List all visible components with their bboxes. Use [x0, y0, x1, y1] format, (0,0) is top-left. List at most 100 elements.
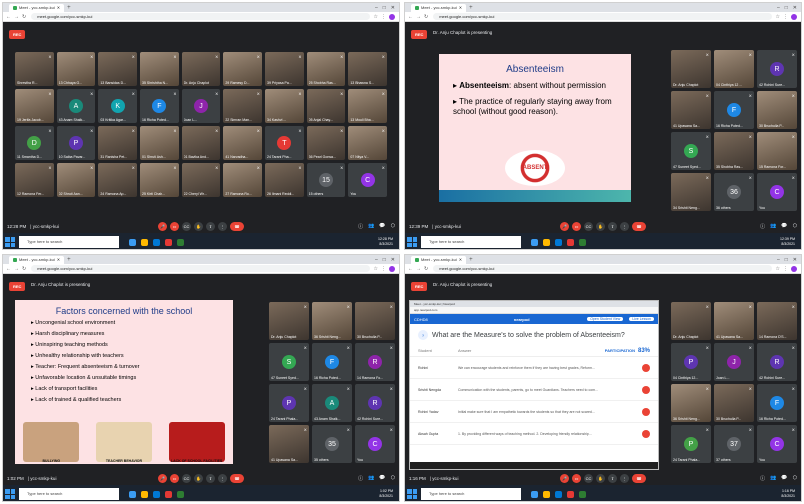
participant-tile[interactable]: ⨯ 22 Cheryl Wr...: [181, 163, 221, 197]
participant-tile[interactable]: ⨯ 13 Chhaya G...: [56, 52, 96, 86]
close-tab-icon[interactable]: ✕: [57, 256, 60, 264]
window-close-icon[interactable]: ✕: [391, 257, 395, 263]
participant-tile[interactable]: ⨯ 13 Bhawna S...: [348, 52, 387, 86]
info-icon[interactable]: ⓘ: [358, 475, 363, 482]
participant-tile[interactable]: 36 ⨯ 36 others: [714, 173, 754, 211]
browser-tab[interactable]: Meet - ycc-smkp-kui ✕: [411, 255, 467, 264]
more-options-button[interactable]: ⋮: [620, 221, 629, 231]
participant-tile[interactable]: A ⨯ 43 Anam Shaik...: [312, 384, 352, 422]
people-icon[interactable]: 👥: [368, 475, 374, 482]
flag-icon[interactable]: [642, 385, 650, 394]
raise-hand-button[interactable]: ✋: [194, 221, 203, 231]
task-view-icon[interactable]: [129, 238, 136, 246]
taskbar-search-input[interactable]: Type here to search: [421, 488, 521, 500]
back-icon[interactable]: ←: [408, 14, 413, 20]
participant-tile[interactable]: ⨯ 41 Upasana Sa...: [714, 302, 754, 340]
participant-tile[interactable]: ⨯ 29 Ramesy D...: [223, 52, 262, 86]
participant-tile[interactable]: 15 ⨯ 15 others: [306, 163, 346, 197]
extensions-icon[interactable]: ⋮: [381, 266, 386, 272]
maximize-icon[interactable]: □: [383, 5, 386, 11]
app-icon[interactable]: [177, 490, 184, 498]
back-icon[interactable]: ←: [6, 14, 11, 20]
people-icon[interactable]: 👥: [770, 475, 776, 482]
mic-off-button[interactable]: 🎤: [560, 473, 569, 483]
task-view-icon[interactable]: [531, 238, 538, 246]
window-close-icon[interactable]: ✕: [793, 257, 797, 263]
participant-tile[interactable]: F ⨯ 16 Richa Poted...: [312, 343, 352, 381]
participant-tile[interactable]: ⨯ 25 Shobha Ras...: [306, 52, 346, 86]
participant-tile[interactable]: C ⨯ You: [757, 425, 797, 463]
participant-tile[interactable]: ⨯ 36 Pearl Gonsa...: [306, 126, 346, 160]
participant-tile[interactable]: ⨯ 19 Jerifa Jacob...: [15, 89, 54, 123]
info-icon[interactable]: ⓘ: [760, 223, 765, 230]
close-tab-icon[interactable]: ✕: [57, 4, 60, 12]
file-explorer-icon[interactable]: [543, 490, 550, 498]
maximize-icon[interactable]: □: [785, 5, 788, 11]
edge-icon[interactable]: [555, 490, 562, 498]
captions-button[interactable]: CC: [584, 221, 593, 231]
chat-icon[interactable]: 💬: [379, 223, 385, 230]
student-view-button[interactable]: Open Student View: [587, 317, 624, 321]
leave-call-button[interactable]: ☎: [230, 221, 244, 231]
participant-tile[interactable]: ⨯ 12 Ramona Fer...: [15, 163, 54, 197]
chat-icon[interactable]: 💬: [781, 475, 787, 482]
participant-tile[interactable]: ⨯ 01 Bavika And...: [181, 126, 221, 160]
participant-tile[interactable]: ⨯ 30 Bruchulla P...: [714, 384, 754, 422]
minimize-icon[interactable]: –: [375, 257, 378, 263]
participant-tile[interactable]: P ⨯ 04 Cinthiya 12...: [671, 343, 711, 381]
participant-tile[interactable]: ⨯ 36 Srishti Neng...: [671, 384, 711, 422]
participant-tile[interactable]: F ⨯ 16 Richa Poted...: [757, 384, 797, 422]
participant-tile[interactable]: ⨯ Dr. Anju Chaplot: [671, 302, 711, 340]
taskbar-search-input[interactable]: Type here to search: [19, 236, 119, 248]
edge-icon[interactable]: [153, 490, 160, 498]
extensions-icon[interactable]: ⋮: [783, 14, 788, 20]
captions-button[interactable]: CC: [584, 473, 593, 483]
participant-tile[interactable]: ⨯ 31 Ranisha Pet...: [98, 126, 137, 160]
participant-tile[interactable]: ⨯ 14 Ramona D'S...: [757, 302, 797, 340]
file-explorer-icon[interactable]: [141, 238, 148, 246]
windows-start-icon[interactable]: [407, 489, 417, 499]
participant-tile[interactable]: ⨯ 24 Ramona Ap...: [98, 163, 137, 197]
raise-hand-button[interactable]: ✋: [596, 473, 605, 483]
mic-off-button[interactable]: 🎤: [158, 221, 167, 231]
reload-icon[interactable]: ↻: [424, 14, 428, 20]
participant-tile[interactable]: ⨯ 01 Shruti Ash...: [140, 126, 179, 160]
participant-tile[interactable]: D ⨯ 11 Smantha D...: [15, 126, 54, 160]
table-row[interactable]: Rohini Yadav Initial make sure that I am…: [410, 401, 658, 423]
minimize-icon[interactable]: –: [375, 5, 378, 11]
participant-tile[interactable]: J ⨯ Joan L...: [181, 89, 221, 123]
back-icon[interactable]: ←: [408, 266, 413, 272]
participant-tile[interactable]: A ⨯ 43 Anam Shaik...: [56, 89, 96, 123]
participant-tile[interactable]: R ⨯ 14 Ramona Fo...: [355, 343, 395, 381]
participant-tile[interactable]: ⨯ 35 Shrishtha N...: [140, 52, 179, 86]
taskbar-search-input[interactable]: Type here to search: [19, 488, 119, 500]
chrome-icon[interactable]: [567, 490, 574, 498]
chat-icon[interactable]: 💬: [379, 475, 385, 482]
participant-tile[interactable]: ⨯ 07 Nitya V...: [348, 126, 387, 160]
forward-icon[interactable]: →: [14, 266, 19, 272]
edge-icon[interactable]: [153, 238, 160, 246]
activities-icon[interactable]: ⬡: [391, 223, 395, 230]
info-icon[interactable]: ⓘ: [760, 475, 765, 482]
mic-off-button[interactable]: 🎤: [560, 221, 569, 231]
participant-tile[interactable]: ⨯ 13 Mouli Bha...: [348, 89, 387, 123]
url-field[interactable]: meet.google.com/ycc-smkp-kui: [31, 265, 370, 272]
chrome-icon[interactable]: [165, 238, 172, 246]
participant-tile[interactable]: ⨯ 41 Upasana Sa...: [671, 91, 711, 129]
profile-avatar[interactable]: [389, 265, 395, 272]
minimize-icon[interactable]: –: [777, 257, 780, 263]
captions-button[interactable]: CC: [182, 473, 191, 483]
browser-tab[interactable]: Meet - ycc-smkp-kui ✕: [9, 255, 65, 264]
participant-tile[interactable]: P ⨯ 10 Saiba Pavar...: [56, 126, 96, 160]
browser-tab[interactable]: Meet - ycc-smkp-kui ✕: [411, 3, 467, 12]
activities-icon[interactable]: ⬡: [793, 475, 797, 482]
maximize-icon[interactable]: □: [785, 257, 788, 263]
file-explorer-icon[interactable]: [141, 490, 148, 498]
windows-start-icon[interactable]: [407, 237, 417, 247]
camera-off-button[interactable]: ▭: [170, 221, 179, 231]
reload-icon[interactable]: ↻: [424, 266, 428, 272]
participant-tile[interactable]: P ⨯ 24 Tarani Phala...: [269, 384, 309, 422]
participant-tile[interactable]: 35 ⨯ 35 others: [312, 425, 352, 463]
more-options-button[interactable]: ⋮: [620, 473, 629, 483]
new-tab-icon[interactable]: +: [469, 257, 473, 263]
